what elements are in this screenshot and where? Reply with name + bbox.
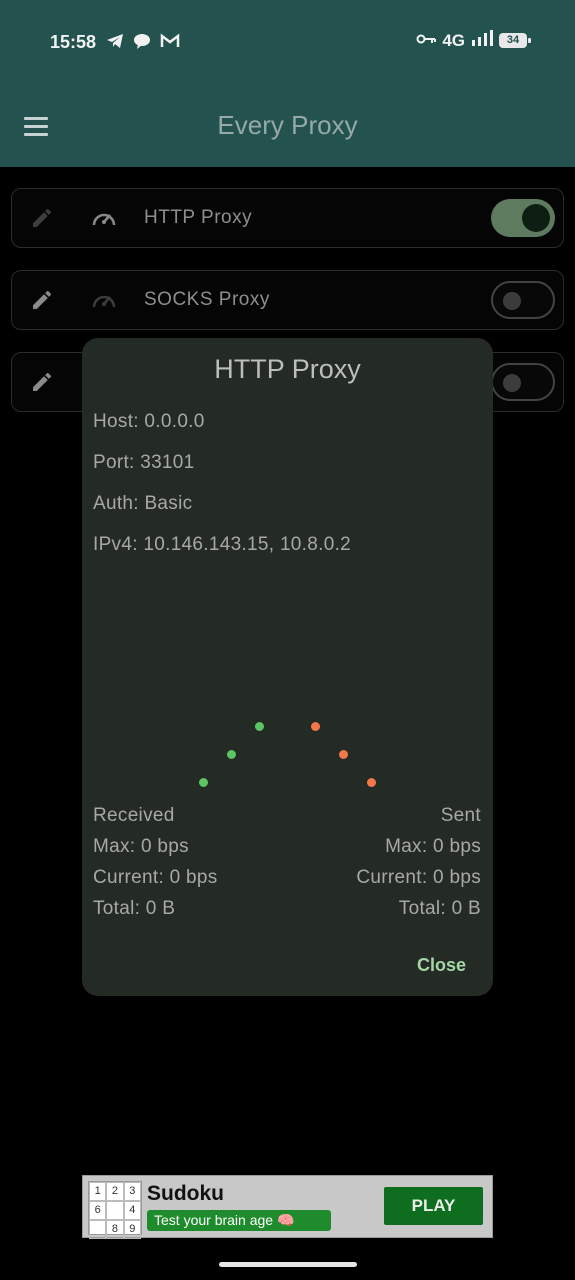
sent-max: Max: 0 bps <box>385 836 481 857</box>
ad-title: Sudoku <box>147 1182 224 1205</box>
grid-cell: 2 <box>106 1182 124 1201</box>
proxy-row-http[interactable]: HTTP Proxy <box>11 188 564 248</box>
ad-subtitle: Test your brain age 🧠 <box>147 1210 331 1231</box>
sent-total: Total: 0 B <box>398 898 481 919</box>
grid-cell <box>106 1201 124 1220</box>
proxy-label: SOCKS Proxy <box>144 289 270 310</box>
received-dot <box>199 778 208 787</box>
received-max: Max: 0 bps <box>93 836 189 857</box>
close-button[interactable]: Close <box>417 955 466 976</box>
status-right: 4G 34 <box>416 30 531 51</box>
chat-bubble-icon <box>133 32 151 50</box>
received-label: Received <box>93 805 175 826</box>
edit-icon[interactable] <box>30 206 54 230</box>
home-indicator[interactable] <box>219 1262 357 1267</box>
edit-icon[interactable] <box>30 370 54 394</box>
proxy-toggle[interactable] <box>491 281 555 319</box>
gmail-icon <box>160 32 180 50</box>
app-title: Every Proxy <box>217 110 358 140</box>
proxy-label: HTTP Proxy <box>144 207 253 228</box>
signal-icon <box>471 30 493 51</box>
grid-cell: 1 <box>89 1182 107 1201</box>
proxy-details-dialog: HTTP Proxy Host: 0.0.0.0 Port: 33101 Aut… <box>82 338 493 996</box>
grid-cell <box>89 1220 107 1239</box>
proxy-row-socks[interactable]: SOCKS Proxy <box>11 270 564 330</box>
network-type: 4G <box>442 30 465 50</box>
vpn-key-icon <box>416 32 437 50</box>
battery-indicator: 34 <box>499 33 531 48</box>
ad-play-button[interactable]: PLAY <box>384 1187 483 1225</box>
edit-icon[interactable] <box>30 288 54 312</box>
ad-banner[interactable]: 1 2 3 6 4 8 9 Sudoku Test your brain age… <box>82 1175 493 1239</box>
ipv4-text: IPv4: 10.146.143.15, 10.8.0.2 <box>93 534 352 555</box>
dialog-title: HTTP Proxy <box>214 354 361 384</box>
port-text: Port: 33101 <box>93 452 195 473</box>
status-time: 15:58 <box>50 32 97 52</box>
host-text: Host: 0.0.0.0 <box>93 411 205 432</box>
status-bar: 15:58 4G 34 <box>0 0 575 85</box>
received-current: Current: 0 bps <box>93 867 218 888</box>
proxy-toggle[interactable] <box>491 363 555 401</box>
sent-label: Sent <box>440 805 481 826</box>
auth-text: Auth: Basic <box>93 493 193 514</box>
grid-cell: 6 <box>89 1201 107 1220</box>
sudoku-logo: 1 2 3 6 4 8 9 <box>88 1181 142 1239</box>
sent-dot <box>339 750 348 759</box>
sent-dot <box>367 778 376 787</box>
grid-cell: 9 <box>123 1220 141 1239</box>
proxy-toggle[interactable] <box>491 199 555 237</box>
grid-cell: 8 <box>106 1220 124 1239</box>
sent-current: Current: 0 bps <box>356 867 481 888</box>
received-dot <box>255 722 264 731</box>
telegram-icon <box>106 32 124 50</box>
speedometer-icon[interactable] <box>90 288 118 312</box>
speedometer-icon[interactable] <box>90 206 118 230</box>
sent-dot <box>311 722 320 731</box>
received-total: Total: 0 B <box>93 898 176 919</box>
received-dot <box>227 750 236 759</box>
grid-cell: 3 <box>123 1182 141 1201</box>
notification-icons <box>106 32 180 50</box>
grid-cell: 4 <box>123 1201 141 1220</box>
